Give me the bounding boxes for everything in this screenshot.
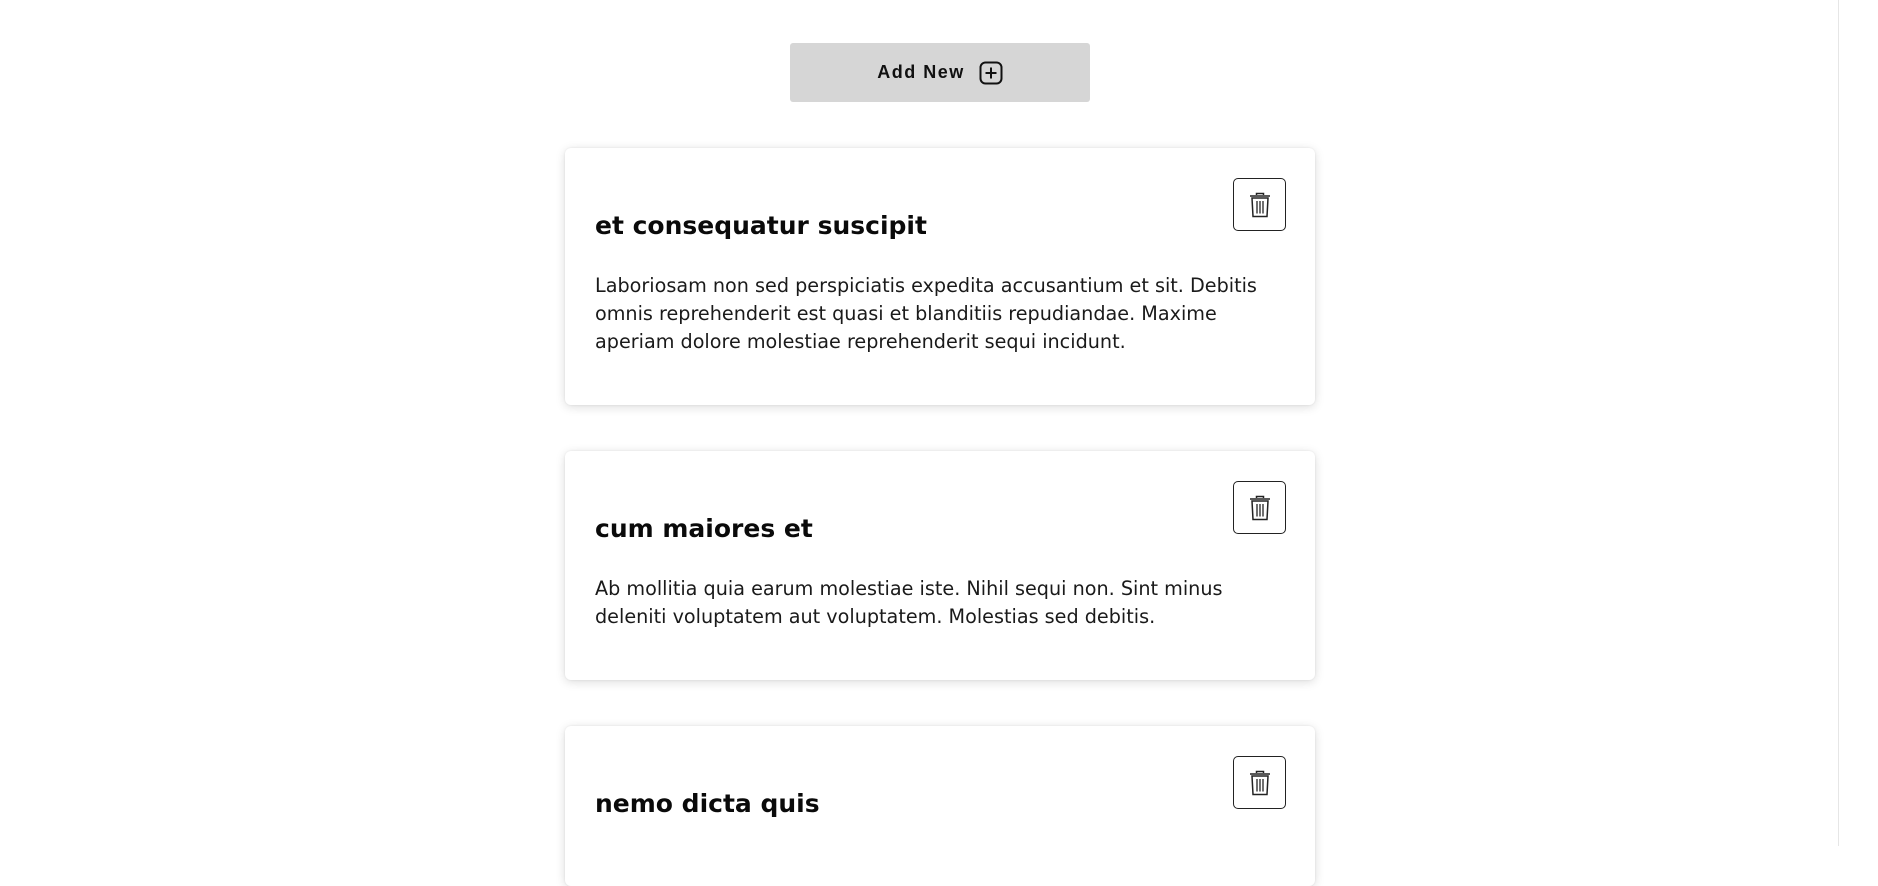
trash-icon	[1248, 192, 1272, 218]
card-body: Ab mollitia quia earum molestiae iste. N…	[595, 577, 1223, 628]
card-title: nemo dicta quis	[595, 789, 820, 818]
plus-square-icon	[979, 61, 1003, 85]
card-title: cum maiores et	[595, 514, 813, 543]
delete-button[interactable]	[1233, 756, 1286, 809]
delete-button[interactable]	[1233, 481, 1286, 534]
note-card: et consequatur suscipit Laboriosam non s…	[565, 148, 1315, 405]
trash-icon	[1248, 495, 1272, 521]
add-new-button[interactable]: Add New	[790, 43, 1090, 102]
scrollbar[interactable]	[1838, 0, 1878, 846]
trash-icon	[1248, 770, 1272, 796]
note-card: nemo dicta quis	[565, 726, 1315, 886]
delete-button[interactable]	[1233, 178, 1286, 231]
page: Add New et consequatur suscipit Laborios…	[0, 0, 1838, 886]
card-title: et consequatur suscipit	[595, 211, 927, 240]
note-card: cum maiores et Ab mollitia quia earum mo…	[565, 451, 1315, 680]
card-body: Laboriosam non sed perspiciatis expedita…	[595, 274, 1257, 353]
add-new-label: Add New	[877, 62, 965, 82]
